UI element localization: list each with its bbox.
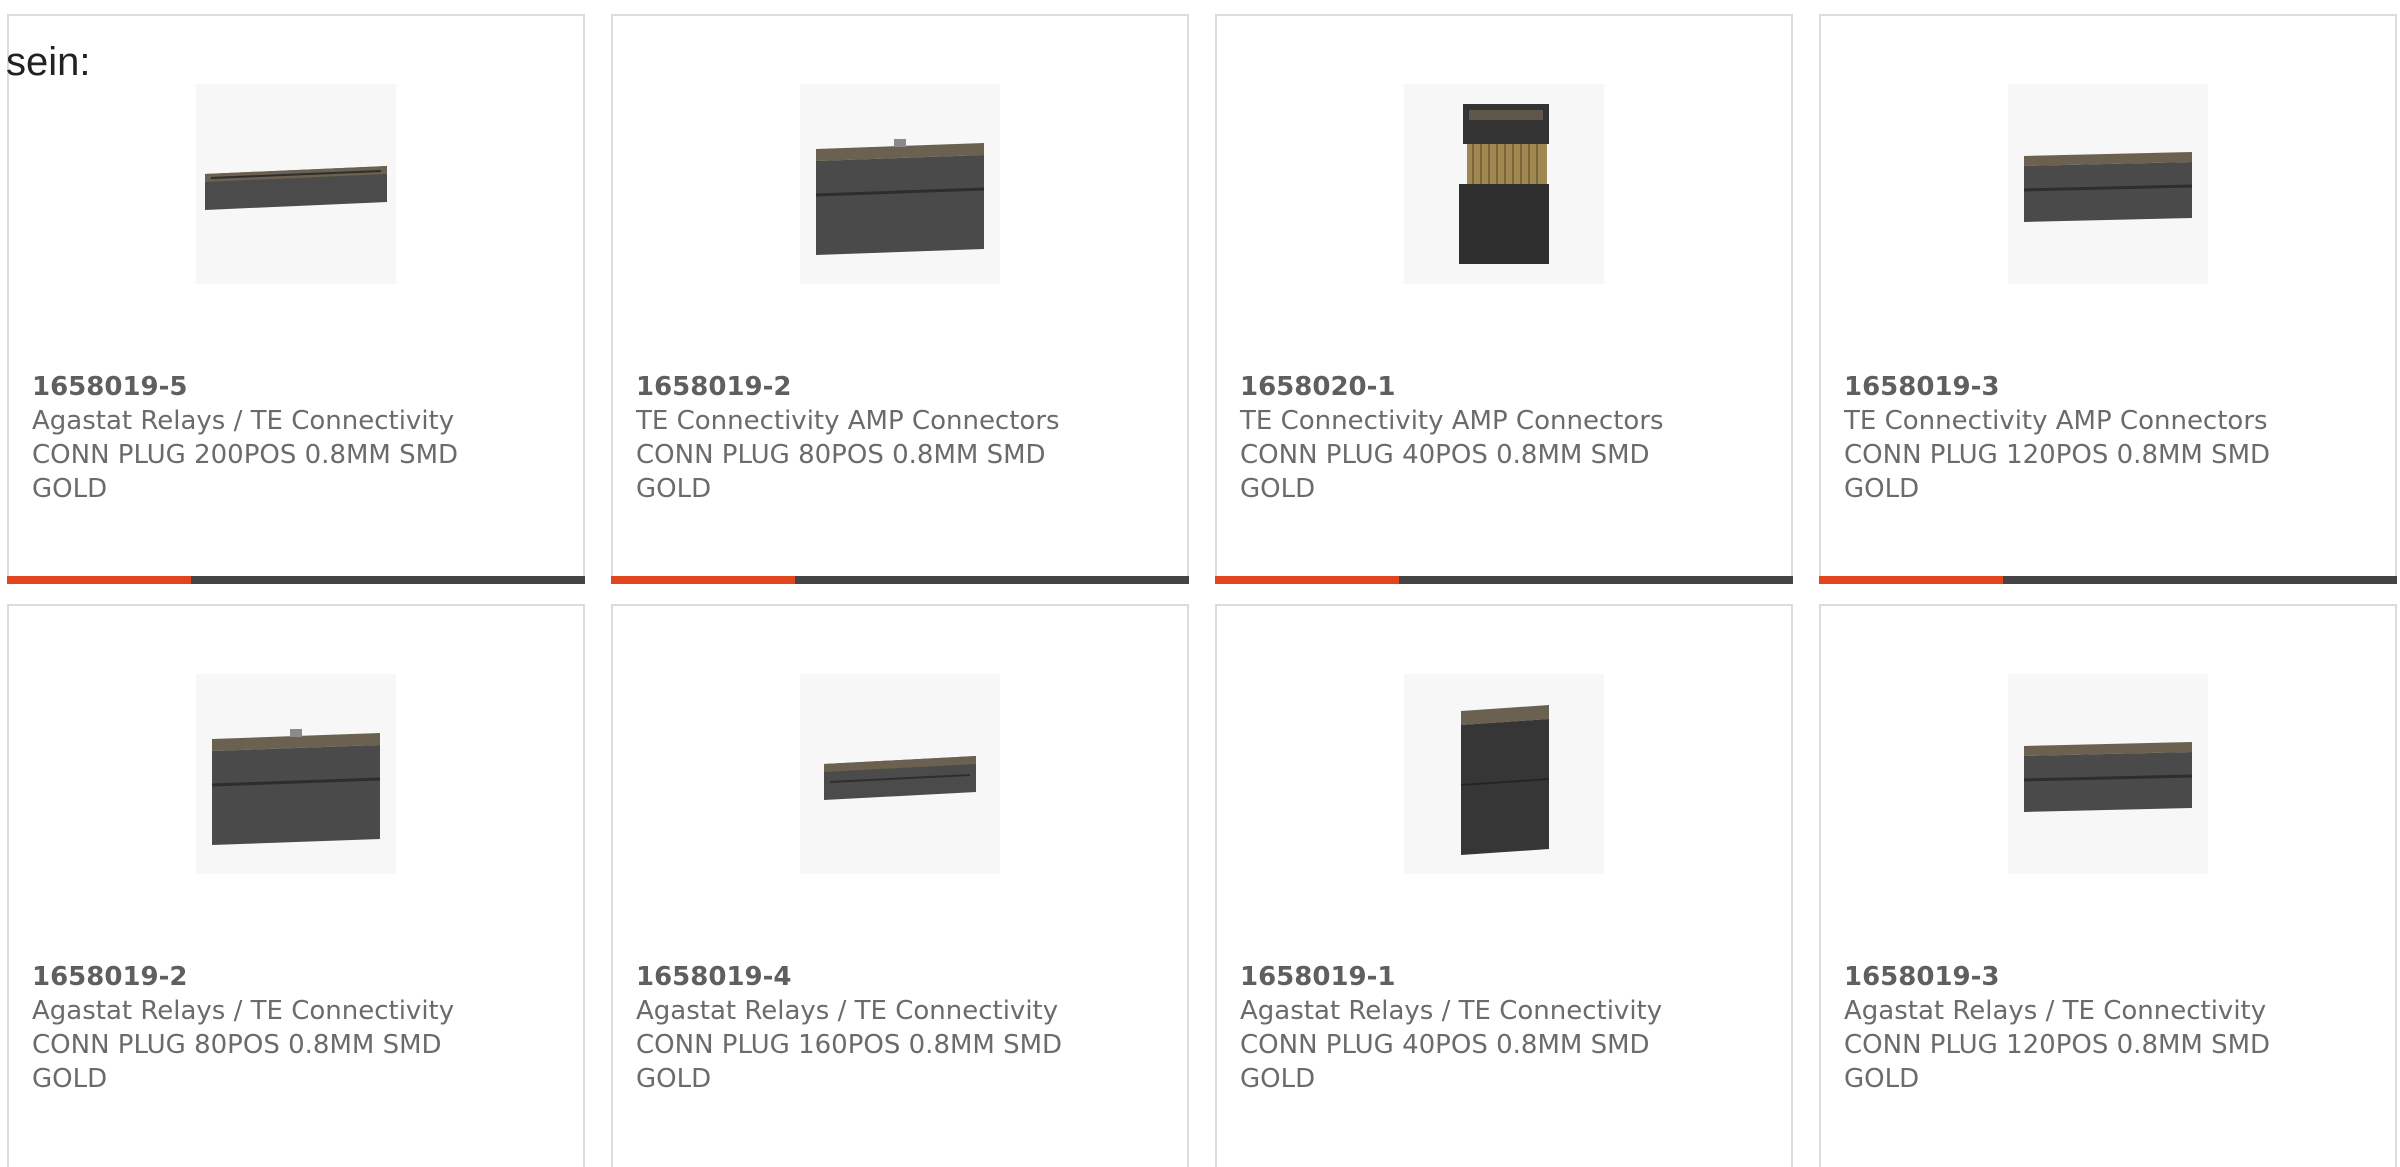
description-cont: GOLD bbox=[1844, 1064, 1920, 1094]
part-number-link[interactable]: 1658019-3 bbox=[1844, 960, 2375, 994]
product-info: 1658019-4 Agastat Relays / TE Connectivi… bbox=[636, 960, 1167, 1096]
manufacturer: Agastat Relays / TE Connectivity bbox=[32, 406, 455, 436]
description: CONN PLUG 120POS 0.8MM SMD bbox=[1844, 1030, 2271, 1060]
part-number-link[interactable]: 1658019-4 bbox=[636, 960, 1167, 994]
product-info: 1658019-2 Agastat Relays / TE Connectivi… bbox=[32, 960, 563, 1096]
description: CONN PLUG 120POS 0.8MM SMD bbox=[1844, 440, 2271, 470]
connector-image-icon bbox=[815, 139, 985, 255]
product-card[interactable]: 1658019-3 TE Connectivity AMP Connectors… bbox=[1819, 14, 2397, 584]
card-bottom-bar bbox=[611, 576, 1189, 584]
description-cont: GOLD bbox=[1240, 1064, 1316, 1094]
product-image[interactable] bbox=[800, 674, 1000, 874]
product-info: 1658020-1 TE Connectivity AMP Connectors… bbox=[1240, 370, 1771, 506]
product-image[interactable] bbox=[800, 84, 1000, 284]
part-number-link[interactable]: 1658020-1 bbox=[1240, 370, 1771, 404]
connector-image-icon bbox=[824, 756, 976, 800]
manufacturer: TE Connectivity AMP Connectors bbox=[636, 406, 1060, 436]
connector-image-icon bbox=[205, 166, 387, 210]
manufacturer: Agastat Relays / TE Connectivity bbox=[636, 996, 1059, 1026]
description-cont: GOLD bbox=[1844, 474, 1920, 504]
connector-image-icon bbox=[2023, 152, 2193, 222]
product-card[interactable]: 1658019-1 Agastat Relays / TE Connectivi… bbox=[1215, 604, 1793, 1167]
part-number-link[interactable]: 1658019-3 bbox=[1844, 370, 2375, 404]
description-cont: GOLD bbox=[32, 1064, 108, 1094]
product-image[interactable] bbox=[1404, 674, 1604, 874]
manufacturer: Agastat Relays / TE Connectivity bbox=[1844, 996, 2267, 1026]
product-grid-page: sein: 1658019-5 Agastat Relays / TE Conn… bbox=[0, 0, 2400, 1167]
product-info: 1658019-5 Agastat Relays / TE Connectivi… bbox=[32, 370, 563, 506]
manufacturer: TE Connectivity AMP Connectors bbox=[1240, 406, 1664, 436]
connector-image-icon bbox=[211, 729, 381, 845]
product-image[interactable] bbox=[1404, 84, 1604, 284]
description-cont: GOLD bbox=[636, 1064, 712, 1094]
description: CONN PLUG 80POS 0.8MM SMD bbox=[636, 440, 1046, 470]
connector-image-icon bbox=[2023, 742, 2193, 812]
product-image[interactable] bbox=[2008, 84, 2208, 284]
part-number-link[interactable]: 1658019-2 bbox=[32, 960, 563, 994]
intro-text: sein: bbox=[6, 40, 91, 84]
description-cont: GOLD bbox=[1240, 474, 1316, 504]
product-image[interactable] bbox=[2008, 674, 2208, 874]
card-bottom-bar bbox=[7, 576, 585, 584]
description: CONN PLUG 40POS 0.8MM SMD bbox=[1240, 1030, 1650, 1060]
description-cont: GOLD bbox=[636, 474, 712, 504]
product-card[interactable]: 1658020-1 TE Connectivity AMP Connectors… bbox=[1215, 14, 1793, 584]
manufacturer: Agastat Relays / TE Connectivity bbox=[32, 996, 455, 1026]
card-bottom-bar bbox=[1819, 576, 2397, 584]
product-card[interactable]: 1658019-4 Agastat Relays / TE Connectivi… bbox=[611, 604, 1189, 1167]
product-info: 1658019-3 TE Connectivity AMP Connectors… bbox=[1844, 370, 2375, 506]
product-card[interactable]: 1658019-2 Agastat Relays / TE Connectivi… bbox=[7, 604, 585, 1167]
part-number-link[interactable]: 1658019-2 bbox=[636, 370, 1167, 404]
description: CONN PLUG 80POS 0.8MM SMD bbox=[32, 1030, 442, 1060]
product-image[interactable] bbox=[196, 84, 396, 284]
description: CONN PLUG 40POS 0.8MM SMD bbox=[1240, 440, 1650, 470]
product-image[interactable] bbox=[196, 674, 396, 874]
product-card[interactable]: 1658019-2 TE Connectivity AMP Connectors… bbox=[611, 14, 1189, 584]
connector-image-icon bbox=[1459, 104, 1549, 264]
manufacturer: TE Connectivity AMP Connectors bbox=[1844, 406, 2268, 436]
connector-image-icon bbox=[1460, 705, 1550, 855]
description: CONN PLUG 200POS 0.8MM SMD bbox=[32, 440, 459, 470]
part-number-link[interactable]: 1658019-5 bbox=[32, 370, 563, 404]
card-bottom-bar bbox=[1215, 576, 1793, 584]
product-info: 1658019-3 Agastat Relays / TE Connectivi… bbox=[1844, 960, 2375, 1096]
description-cont: GOLD bbox=[32, 474, 108, 504]
part-number-link[interactable]: 1658019-1 bbox=[1240, 960, 1771, 994]
description: CONN PLUG 160POS 0.8MM SMD bbox=[636, 1030, 1063, 1060]
product-info: 1658019-2 TE Connectivity AMP Connectors… bbox=[636, 370, 1167, 506]
product-card[interactable]: 1658019-3 Agastat Relays / TE Connectivi… bbox=[1819, 604, 2397, 1167]
product-card[interactable]: 1658019-5 Agastat Relays / TE Connectivi… bbox=[7, 14, 585, 584]
product-info: 1658019-1 Agastat Relays / TE Connectivi… bbox=[1240, 960, 1771, 1096]
manufacturer: Agastat Relays / TE Connectivity bbox=[1240, 996, 1663, 1026]
